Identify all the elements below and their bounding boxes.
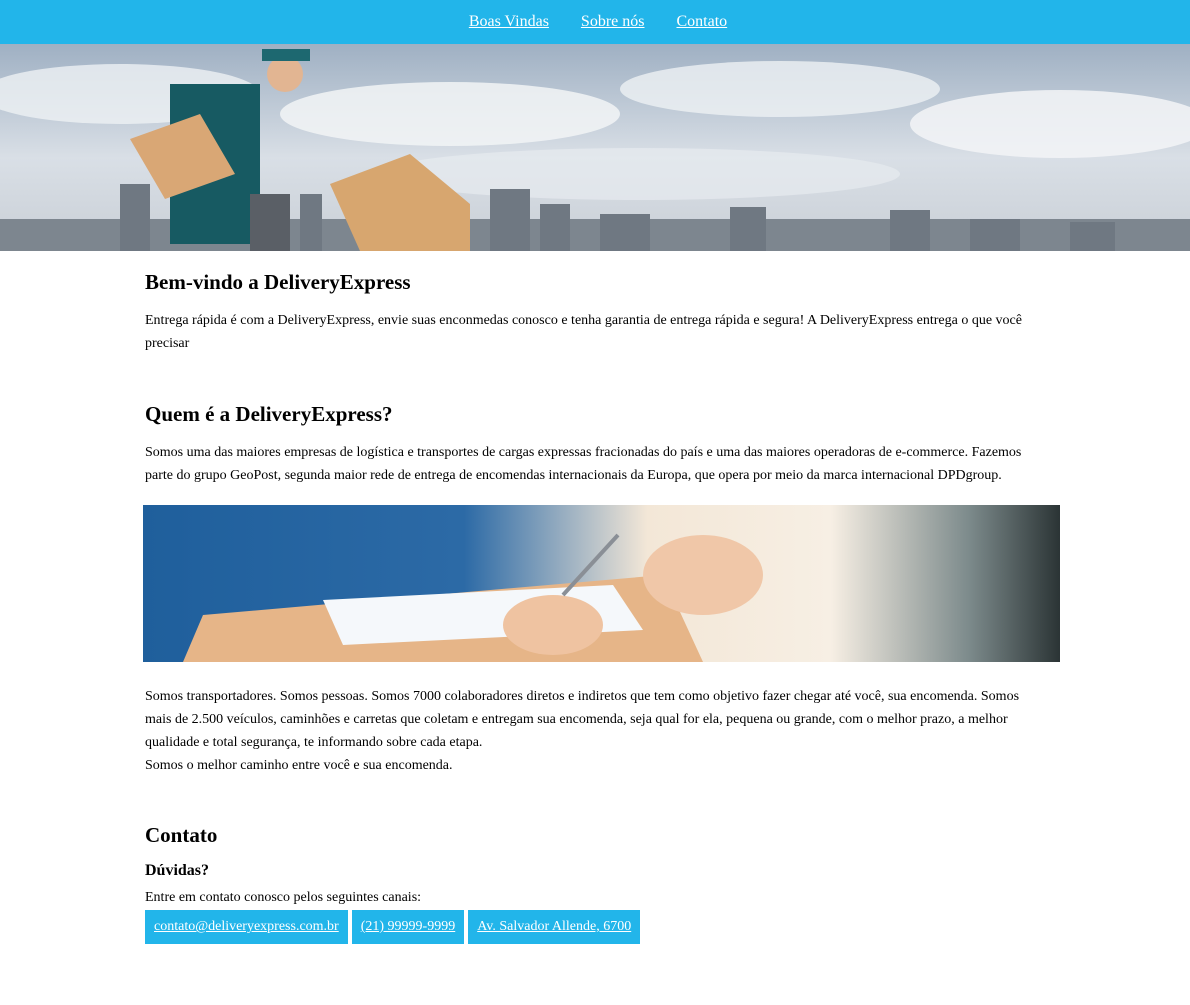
contact-title: Contato <box>145 823 218 847</box>
welcome-section: Bem-vindo a DeliveryExpress Entrega rápi… <box>145 270 1045 355</box>
contact-lead: Entre em contato conosco pelos seguintes… <box>145 890 422 905</box>
about-text-2: Somos transportadores. Somos pessoas. So… <box>145 685 1045 777</box>
nav-link-sobre-nos[interactable]: Sobre nós <box>575 13 645 31</box>
about-text-2-paragraph: Somos transportadores. Somos pessoas. So… <box>145 689 1020 750</box>
hero-image <box>0 44 1190 251</box>
welcome-text: Entrega rápida é com a DeliveryExpress, … <box>145 313 1022 351</box>
about-section: Quem é a DeliveryExpress? Somos uma das … <box>143 402 1060 777</box>
contact-email-link[interactable]: contato@deliveryexpress.com.br <box>145 910 348 944</box>
about-text: Somos uma das maiores empresas de logíst… <box>145 445 1022 483</box>
top-navigation: Boas Vindas Sobre nós Contato <box>0 0 1190 44</box>
main-content: Bem-vindo a DeliveryExpress Entrega rápi… <box>143 270 1060 944</box>
about-title: Quem é a DeliveryExpress? <box>145 402 393 426</box>
contact-phone-link[interactable]: (21) 99999-9999 <box>351 910 465 944</box>
nav-link-boas-vindas[interactable]: Boas Vindas <box>463 13 549 31</box>
contact-subtitle: Dúvidas? <box>145 862 210 879</box>
about-text-2-closing: Somos o melhor caminho entre você e sua … <box>145 758 453 773</box>
contact-links: contato@deliveryexpress.com.br (21) 9999… <box>145 910 1045 944</box>
contact-address-link[interactable]: Av. Salvador Allende, 6700 <box>468 910 641 944</box>
contact-section: Contato Dúvidas? Entre em contato conosc… <box>145 823 1045 944</box>
welcome-title: Bem-vindo a DeliveryExpress <box>145 270 411 294</box>
nav-link-contato[interactable]: Contato <box>670 13 727 31</box>
delivery-banner-image <box>143 505 1060 662</box>
